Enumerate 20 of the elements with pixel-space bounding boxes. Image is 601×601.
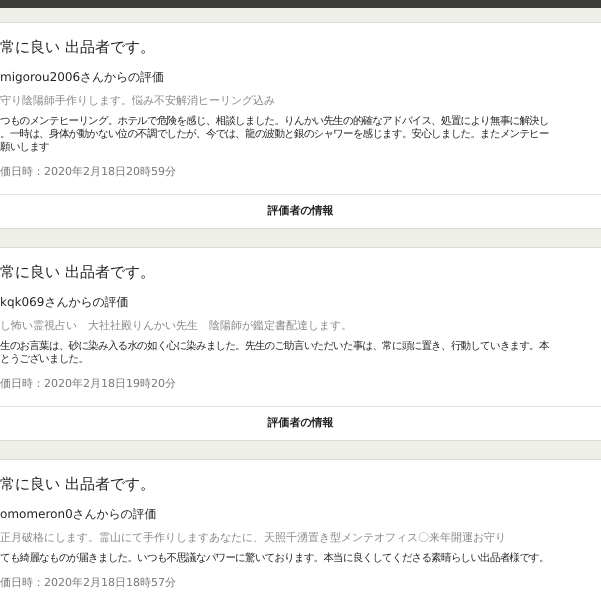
comment-line: 願いします xyxy=(0,141,50,154)
comment-line: とうございました。 xyxy=(0,353,90,366)
item-title-link[interactable]: し怖い霊視占い 大社社殿りんかい先生 陰陽師が鑑定書配達します。 xyxy=(0,318,601,334)
reviewer-info-button[interactable]: 評価者の情報 xyxy=(0,406,601,440)
rating-heading: 常に良い 出品者です。 xyxy=(0,37,156,57)
reviewer-info-button[interactable]: 評価者の情報 xyxy=(0,194,601,228)
review-date: 価日時：2020年2月18日19時20分 xyxy=(0,376,177,392)
comment-line: 。一時は、身体が動かない位の不調でしたが、今では、龍の波動と銀のシャワーを感じます。安心しました。またメンテヒー xyxy=(0,128,550,141)
item-title-link[interactable]: 守り陰陽師手作りします。悩み不安解消ヒーリング込み xyxy=(0,93,601,109)
reviewer-link[interactable]: kqk069さんからの評価 xyxy=(0,294,601,310)
rating-heading: 常に良い 出品者です。 xyxy=(0,262,156,282)
comment-line: 生のお言葉は、砂に染み入る水の如く心に染みました。先生のご助言いただいた事は、常に頭に置き、行動していきます。本 xyxy=(0,340,550,353)
review-date: 価日時：2020年2月18日20時59分 xyxy=(0,164,177,180)
reviewer-link[interactable]: omomeron0さんからの評価 xyxy=(0,506,601,522)
comment-line: つものメンテヒーリング。ホテルで危険を感じ、相談しました。りんかい先生の的確なアドバイス、処置により無事に解決し xyxy=(0,115,550,128)
item-title-link[interactable]: 正月破格にします。霊山にて手作りしますあなたに、天照千湧置き型メンテオフィス〇来年開運お守り xyxy=(0,530,601,546)
rating-heading: 常に良い 出品者です。 xyxy=(0,474,156,494)
comment-line: ても綺麗なものが届きました。いつも不思議なパワーに驚いております。本当に良くしてくださる素晴らしい出品者様です。 xyxy=(0,552,550,565)
reviewer-link[interactable]: migorou2006さんからの評価 xyxy=(0,69,601,85)
review-date: 価日時：2020年2月18日18時57分 xyxy=(0,575,177,591)
